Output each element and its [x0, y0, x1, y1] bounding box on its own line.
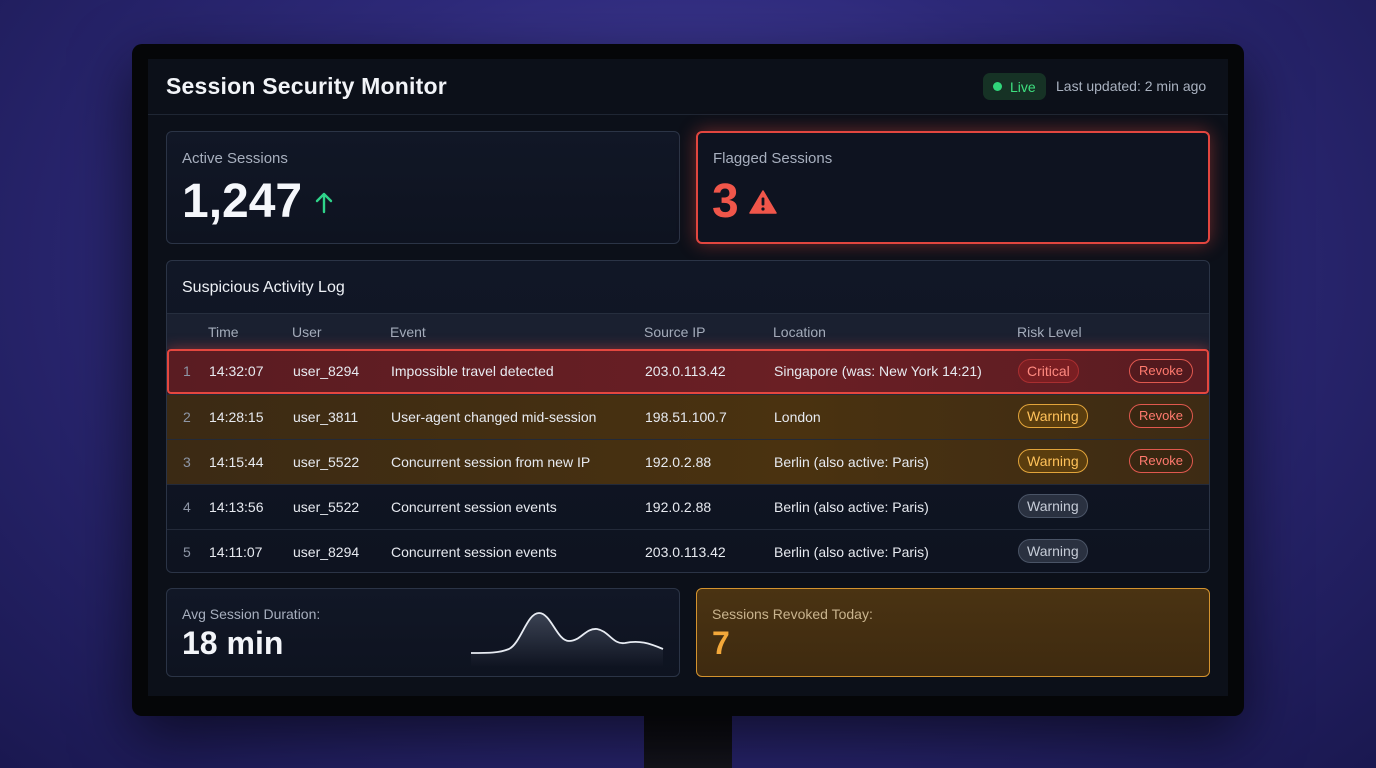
duration-sparkline [470, 612, 664, 667]
row-time: 14:11:07 [209, 544, 263, 560]
row-ip: 192.0.2.88 [645, 454, 712, 470]
revoke-button[interactable]: Revoke [1129, 449, 1193, 473]
row-location: Berlin (also active: Paris) [774, 499, 929, 515]
warning-triangle-icon [748, 189, 777, 214]
live-badge: Live [983, 73, 1046, 100]
row-event: User-agent changed mid-session [391, 409, 597, 425]
flagged-sessions-value: 3 [712, 174, 777, 229]
row-time: 14:15:44 [209, 454, 264, 470]
revoked-label: Sessions Revoked Today: [712, 606, 873, 622]
last-updated-text: Last updated: 2 min ago [1056, 78, 1207, 94]
monitor-stand [644, 712, 732, 768]
row-user: user_8294 [293, 544, 360, 560]
column-event: Event [390, 324, 426, 340]
live-dot-icon [993, 82, 1002, 91]
row-location: Berlin (also active: Paris) [774, 544, 929, 560]
avg-duration-label: Avg Session Duration: [182, 606, 321, 622]
risk-badge-warning: Warning [1018, 449, 1088, 473]
row-user: user_8294 [293, 363, 360, 379]
row-ip: 192.0.2.88 [645, 499, 712, 515]
row-user: user_3811 [293, 409, 359, 425]
flagged-sessions-label: Flagged Sessions [713, 150, 833, 167]
row-number: 1 [183, 363, 191, 379]
row-time: 14:28:15 [209, 409, 264, 425]
row-time: 14:13:56 [209, 499, 264, 515]
row-event: Concurrent session events [391, 499, 557, 515]
column-risk-level: Risk Level [1017, 324, 1082, 340]
column-user: User [292, 324, 322, 340]
row-event: Concurrent session events [391, 544, 557, 560]
row-ip: 203.0.113.42 [645, 544, 726, 560]
risk-badge-warning: Warning [1018, 404, 1088, 428]
table-row[interactable]: 5 14:11:07 user_8294 Concurrent session … [167, 529, 1209, 572]
revoked-value: 7 [712, 625, 730, 661]
revoke-button[interactable]: Revoke [1129, 359, 1193, 383]
row-time: 14:32:07 [209, 363, 264, 379]
active-sessions-value: 1,247 [182, 174, 334, 229]
row-ip: 203.0.113.42 [645, 363, 726, 379]
row-user: user_5522 [293, 454, 360, 470]
row-user: user_5522 [293, 499, 360, 515]
avg-duration-value: 18 min [182, 625, 284, 661]
row-number: 4 [183, 499, 191, 515]
active-sessions-card: Active Sessions 1,247 [166, 131, 680, 244]
column-location: Location [773, 324, 826, 340]
revoke-button[interactable]: Revoke [1129, 404, 1193, 428]
header: Session Security Monitor Live Last updat… [148, 59, 1228, 115]
table-row[interactable]: 1 14:32:07 user_8294 Impossible travel d… [167, 349, 1209, 394]
risk-badge-warning: Warning [1018, 539, 1088, 563]
flagged-sessions-card: Flagged Sessions 3 [696, 131, 1210, 244]
risk-badge-critical: Critical [1018, 359, 1079, 383]
row-event: Concurrent session from new IP [391, 454, 591, 470]
table-row[interactable]: 3 14:15:44 user_5522 Concurrent session … [167, 439, 1209, 484]
flagged-sessions-number: 3 [712, 175, 739, 228]
arrow-up-icon [315, 192, 333, 213]
row-event: Impossible travel detected [391, 363, 554, 379]
dashboard-screen: Session Security Monitor Live Last updat… [148, 59, 1228, 696]
row-ip: 198.51.100.7 [645, 409, 727, 425]
column-time: Time [208, 324, 239, 340]
table-header: Time User Event Source IP Location Risk … [167, 313, 1209, 349]
sessions-revoked-card: Sessions Revoked Today: 7 [696, 588, 1210, 677]
row-number: 3 [183, 454, 191, 470]
row-number: 2 [183, 409, 191, 425]
table-row[interactable]: 4 14:13:56 user_5522 Concurrent session … [167, 484, 1209, 529]
page-title: Session Security Monitor [166, 73, 447, 99]
log-title: Suspicious Activity Log [182, 279, 345, 296]
active-sessions-number: 1,247 [182, 175, 303, 228]
row-location: Singapore (was: New York 14:21) [774, 363, 982, 379]
live-label: Live [1010, 78, 1036, 95]
active-sessions-label: Active Sessions [182, 150, 288, 167]
row-location: London [774, 409, 821, 425]
row-location: Berlin (also active: Paris) [774, 454, 929, 470]
suspicious-activity-log: Suspicious Activity Log Time User Event … [166, 260, 1210, 573]
avg-session-duration-card: Avg Session Duration: 18 min [166, 588, 680, 677]
row-number: 5 [183, 544, 191, 560]
column-source-ip: Source IP [644, 324, 706, 340]
table-row[interactable]: 2 14:28:15 user_3811 User-agent changed … [167, 394, 1209, 439]
risk-badge-warning: Warning [1018, 494, 1088, 518]
